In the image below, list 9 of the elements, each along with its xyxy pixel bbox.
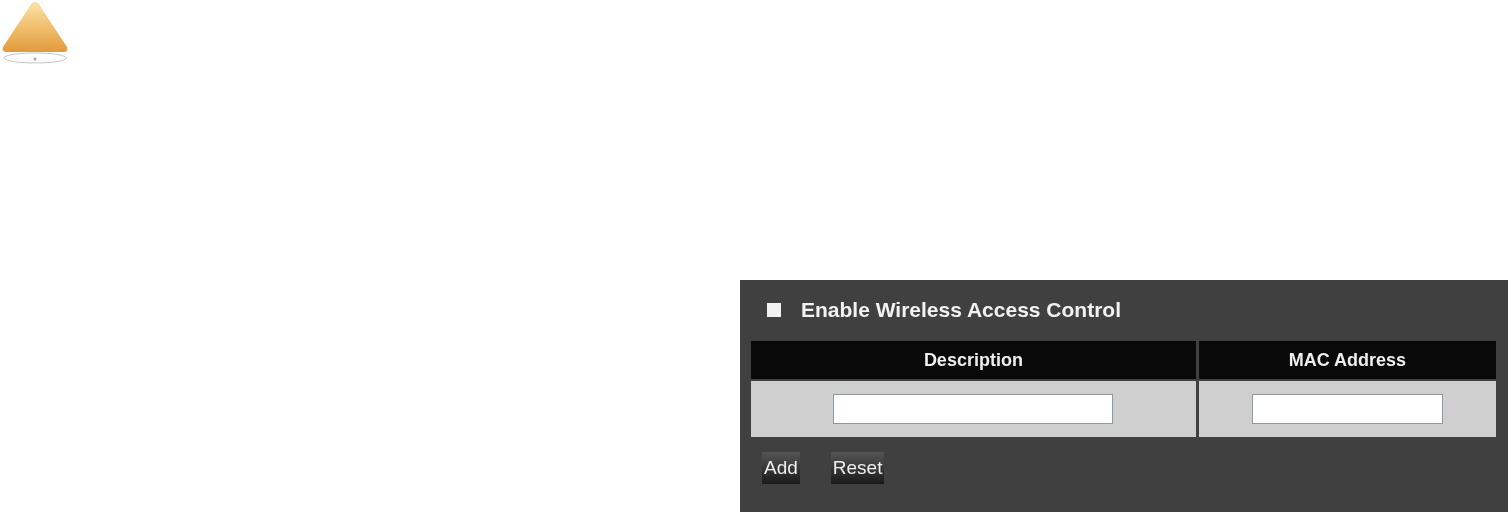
warning-triangle-icon bbox=[0, 0, 70, 66]
input-field[interactable] bbox=[833, 394, 1114, 424]
input-field[interactable] bbox=[1251, 394, 1443, 424]
column-header: MAC Address bbox=[1198, 341, 1496, 379]
action-button[interactable]: Reset bbox=[830, 452, 885, 484]
checkbox[interactable] bbox=[767, 303, 781, 317]
action-button[interactable]: Add bbox=[762, 452, 800, 484]
column-header: Description bbox=[751, 341, 1196, 379]
section-title: Enable Wireless Access Control bbox=[801, 298, 1121, 322]
